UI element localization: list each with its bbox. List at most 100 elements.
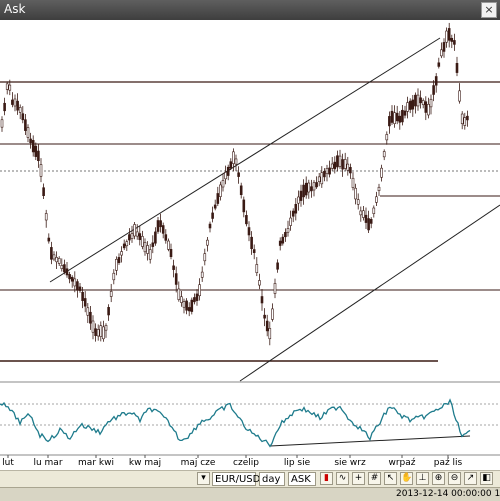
candle-body — [120, 251, 123, 256]
cursor-icon[interactable]: ↖ — [384, 472, 397, 485]
candle-icon[interactable]: ▮ — [320, 472, 333, 485]
price-panel — [0, 20, 500, 382]
candle-body — [271, 308, 274, 320]
candle-body — [107, 307, 110, 316]
candle-body — [466, 115, 469, 121]
grid-icon[interactable]: # — [368, 472, 381, 485]
candle-body — [421, 100, 425, 106]
candle-body — [276, 262, 279, 270]
candle-body — [3, 102, 6, 112]
candle-body — [91, 320, 95, 333]
candle-body — [343, 159, 347, 169]
candle-body — [78, 286, 82, 291]
candle-body — [369, 219, 373, 224]
toolbar-menu-icon[interactable]: ▾ — [197, 472, 210, 485]
candle-body — [416, 94, 420, 107]
candle-body — [453, 40, 456, 45]
candle-body — [89, 311, 92, 324]
candle-body — [203, 253, 207, 262]
candle-body — [372, 207, 376, 214]
candle-body — [133, 224, 136, 237]
zoom-in-icon[interactable]: ⊕ — [432, 472, 445, 485]
candle-body — [187, 307, 191, 312]
candle-body — [180, 296, 183, 303]
crosshair-icon[interactable]: + — [352, 472, 365, 485]
candle-body — [26, 127, 30, 138]
candle-body — [195, 293, 199, 301]
symbol-select[interactable]: EUR/USD — [212, 472, 260, 486]
candle-body — [315, 182, 318, 188]
candle-body — [447, 28, 451, 41]
candle-body — [427, 104, 430, 116]
candle-body — [208, 223, 212, 229]
time-axis-label: lip sie — [284, 458, 311, 468]
candle-body — [70, 276, 74, 282]
candle-body — [356, 199, 360, 205]
candle-body — [437, 62, 441, 67]
time-axis-label: maj cze — [181, 458, 216, 468]
price-panel-bg — [0, 20, 500, 382]
candle-body — [185, 300, 188, 311]
candle-body — [42, 187, 45, 196]
candle-body — [130, 233, 134, 239]
candle-body — [73, 278, 77, 287]
candle-body — [109, 291, 113, 297]
candle-body — [333, 161, 337, 170]
candle-body — [164, 234, 168, 241]
candle-body — [367, 218, 370, 231]
candle-body — [50, 247, 53, 260]
candle-body — [442, 42, 446, 52]
candle-body — [304, 182, 308, 196]
candle-body — [135, 231, 139, 237]
candle-body — [161, 225, 165, 234]
candle-body — [299, 190, 303, 201]
candle-body — [463, 117, 467, 126]
candle-body — [286, 228, 290, 233]
candle-body — [294, 204, 298, 214]
candle-body — [268, 328, 272, 340]
candle-body — [458, 90, 461, 102]
timeframe-select[interactable]: day — [259, 472, 285, 486]
candle-body — [226, 166, 230, 176]
hand-icon[interactable]: ✋ — [400, 472, 413, 485]
time-axis-label: czelip — [233, 458, 259, 468]
candle-body — [102, 326, 105, 340]
candle-body — [281, 236, 285, 244]
ruler-icon[interactable]: ⊥ — [416, 472, 429, 485]
candle-body — [55, 257, 58, 263]
candle-body — [320, 172, 324, 185]
candle-body — [289, 217, 292, 226]
side-select[interactable]: ASK — [288, 472, 316, 486]
candle-body — [146, 245, 149, 254]
candle-body — [362, 210, 365, 218]
close-button[interactable]: × — [481, 2, 497, 18]
indicator-icon[interactable]: ∿ — [336, 472, 349, 485]
candle-body — [76, 281, 79, 291]
candle-body — [68, 274, 71, 280]
candle-body — [8, 84, 12, 91]
candle-body — [265, 320, 269, 332]
window-titlebar: Ask × — [0, 0, 500, 20]
candle-body — [234, 158, 238, 165]
fill-icon[interactable]: ◧ — [480, 472, 493, 485]
candle-body — [455, 63, 459, 73]
candle-body — [273, 283, 277, 294]
price-chart[interactable]: lut lu mar mar kwi kw maj maj cze czelip lip s… — [0, 20, 500, 470]
candle-body — [419, 97, 422, 104]
candle-body — [380, 167, 383, 178]
arrow-icon[interactable]: ↗ — [464, 472, 477, 485]
candle-body — [94, 328, 97, 336]
candle-body — [193, 297, 196, 303]
time-axis-label: lu mar — [33, 458, 62, 468]
indicator-panel — [0, 398, 500, 448]
chart-toolbar: ▾ EUR/USD day ASK ▮ ∿ + # ↖ ✋ ⊥ ⊕ ⊖ ↗ ◧ — [0, 470, 500, 488]
candle-body — [81, 291, 84, 301]
candle-body — [354, 187, 357, 200]
candle-body — [414, 94, 417, 107]
candle-body — [307, 182, 311, 193]
candle-body — [5, 83, 9, 90]
zoom-out-icon[interactable]: ⊖ — [448, 472, 461, 485]
candle-body — [18, 107, 22, 113]
candle-body — [52, 254, 56, 260]
candle-body — [174, 273, 178, 285]
